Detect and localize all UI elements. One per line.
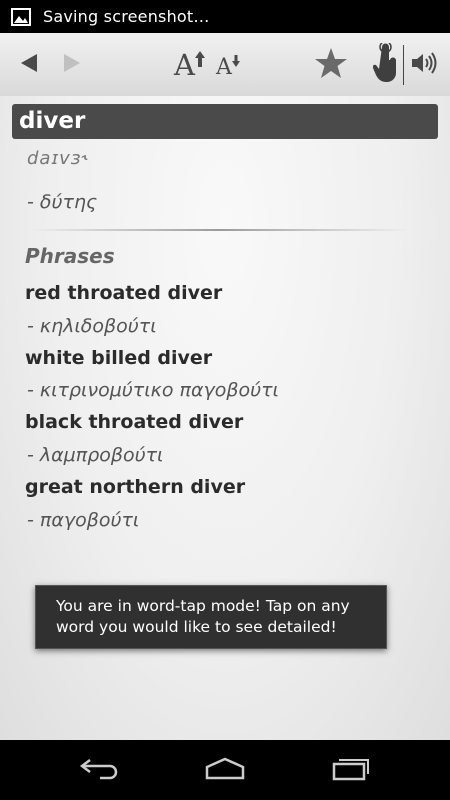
speak-button[interactable] [408, 33, 440, 96]
phrase-translation[interactable]: - κηλιδοβούτι [27, 315, 157, 337]
toast-line-1: You are in word-tap mode! Tap on any [56, 597, 350, 615]
back-icon [78, 756, 122, 784]
phrase-translation[interactable]: - παγοβούτι [27, 509, 139, 531]
pronunciation: daɪvɜ˞ [27, 148, 89, 169]
navigation-bar [0, 740, 450, 800]
font-increase-icon: A [171, 45, 205, 85]
phrase-item[interactable]: black throated diver [25, 411, 243, 433]
picture-icon [11, 7, 31, 26]
phrase-item[interactable]: red throated diver [25, 282, 222, 304]
star-icon [314, 47, 348, 83]
favorite-button[interactable] [311, 33, 351, 96]
forward-arrow-icon [61, 52, 83, 78]
word-tap-button[interactable] [370, 33, 402, 96]
speaker-icon [410, 51, 438, 79]
hand-pointer-icon [372, 40, 399, 87]
headword[interactable]: diver [12, 104, 438, 139]
back-arrow-icon [18, 52, 40, 78]
phrase-translation[interactable]: - κιτρινομύτικο παγοβούτι [27, 379, 279, 401]
phrase-translation[interactable]: - λαμπροβούτι [27, 444, 164, 466]
home-icon [201, 756, 249, 784]
toolbar-separator [402, 33, 404, 96]
forward-button[interactable] [55, 33, 89, 96]
phrases-title: Phrases [25, 244, 115, 268]
font-decrease-glyph: A [216, 54, 232, 80]
back-button[interactable] [12, 33, 46, 96]
font-increase-glyph: A [174, 47, 195, 82]
recent-apps-icon [328, 755, 372, 785]
headword-translation[interactable]: - δύτης [27, 191, 97, 213]
status-text: Saving screenshot… [43, 7, 210, 26]
nav-back-button[interactable] [70, 740, 130, 800]
phrase-item[interactable]: great northern diver [25, 476, 245, 498]
nav-recent-apps-button[interactable] [320, 740, 380, 800]
phrase-item[interactable]: white billed diver [25, 347, 212, 369]
word-tap-toast: You are in word-tap mode! Tap on any wor… [35, 585, 387, 649]
font-decrease-icon: A [213, 45, 241, 85]
font-decrease-button[interactable]: A [211, 33, 243, 96]
status-bar: Saving screenshot… [0, 0, 450, 33]
toast-line-2: word you would like to see detailed! [56, 618, 337, 636]
font-increase-button[interactable]: A [170, 33, 206, 96]
divider [30, 229, 408, 231]
toolbar: A A [0, 33, 450, 97]
nav-home-button[interactable] [195, 740, 255, 800]
dictionary-entry: diver daɪvɜ˞ - δύτης Phrases red throate… [0, 96, 450, 740]
